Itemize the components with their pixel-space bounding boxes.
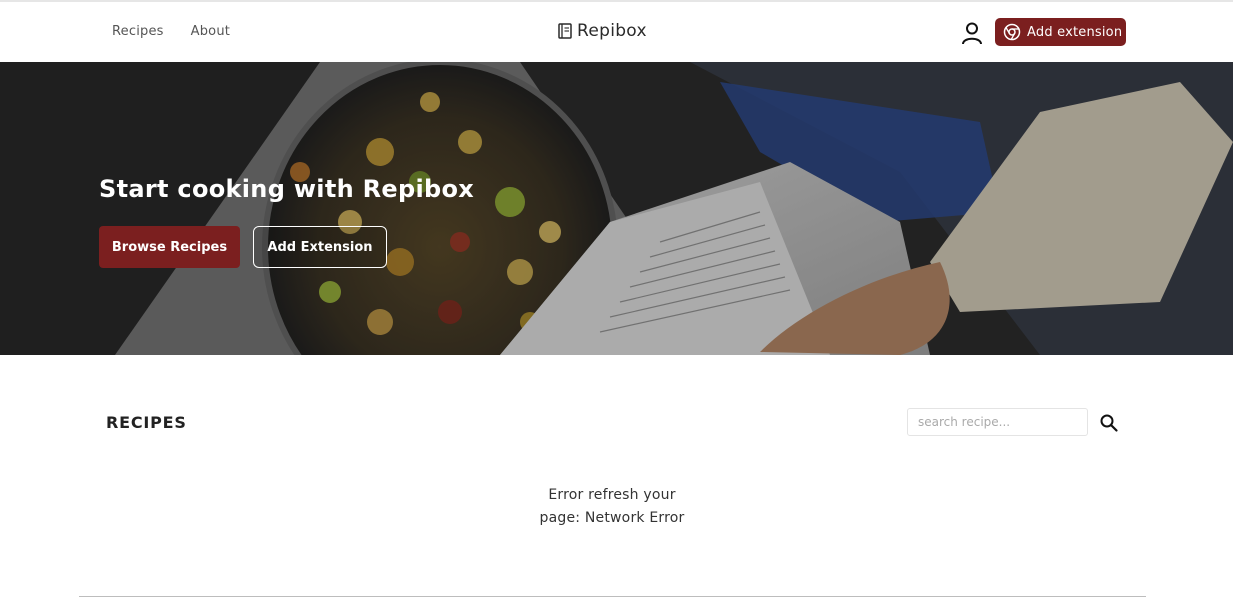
search-recipe-input[interactable] xyxy=(907,408,1088,436)
hero-background-image xyxy=(0,62,1233,355)
browse-recipes-button[interactable]: Browse Recipes xyxy=(99,226,240,268)
hero-title: Start cooking with Repibox xyxy=(99,175,475,203)
error-message: Error refresh your page: Network Error xyxy=(532,484,692,530)
hero-banner: Start cooking with Repibox Browse Recipe… xyxy=(0,62,1233,355)
nav-link-recipes[interactable]: Recipes xyxy=(112,24,164,39)
chrome-icon xyxy=(1003,23,1021,41)
footer-divider xyxy=(79,596,1146,597)
book-icon xyxy=(558,23,572,39)
search-icon[interactable] xyxy=(1099,413,1119,433)
brand-logo[interactable]: Repibox xyxy=(558,21,647,41)
brand-name: Repibox xyxy=(577,21,647,41)
add-extension-hero-button[interactable]: Add Extension xyxy=(253,226,387,268)
error-message-line-1: Error refresh your xyxy=(548,487,676,503)
add-extension-header-label: Add extension xyxy=(1027,24,1123,40)
add-extension-header-button[interactable]: Add extension xyxy=(995,18,1126,46)
main-nav: Recipes About xyxy=(112,24,230,39)
error-message-line-2: page: Network Error xyxy=(539,510,685,526)
recipes-section-title: RECIPES xyxy=(106,413,187,432)
site-header: Recipes About Repibox Add extension xyxy=(0,2,1233,62)
user-icon[interactable] xyxy=(961,21,983,45)
nav-link-about[interactable]: About xyxy=(191,24,230,39)
